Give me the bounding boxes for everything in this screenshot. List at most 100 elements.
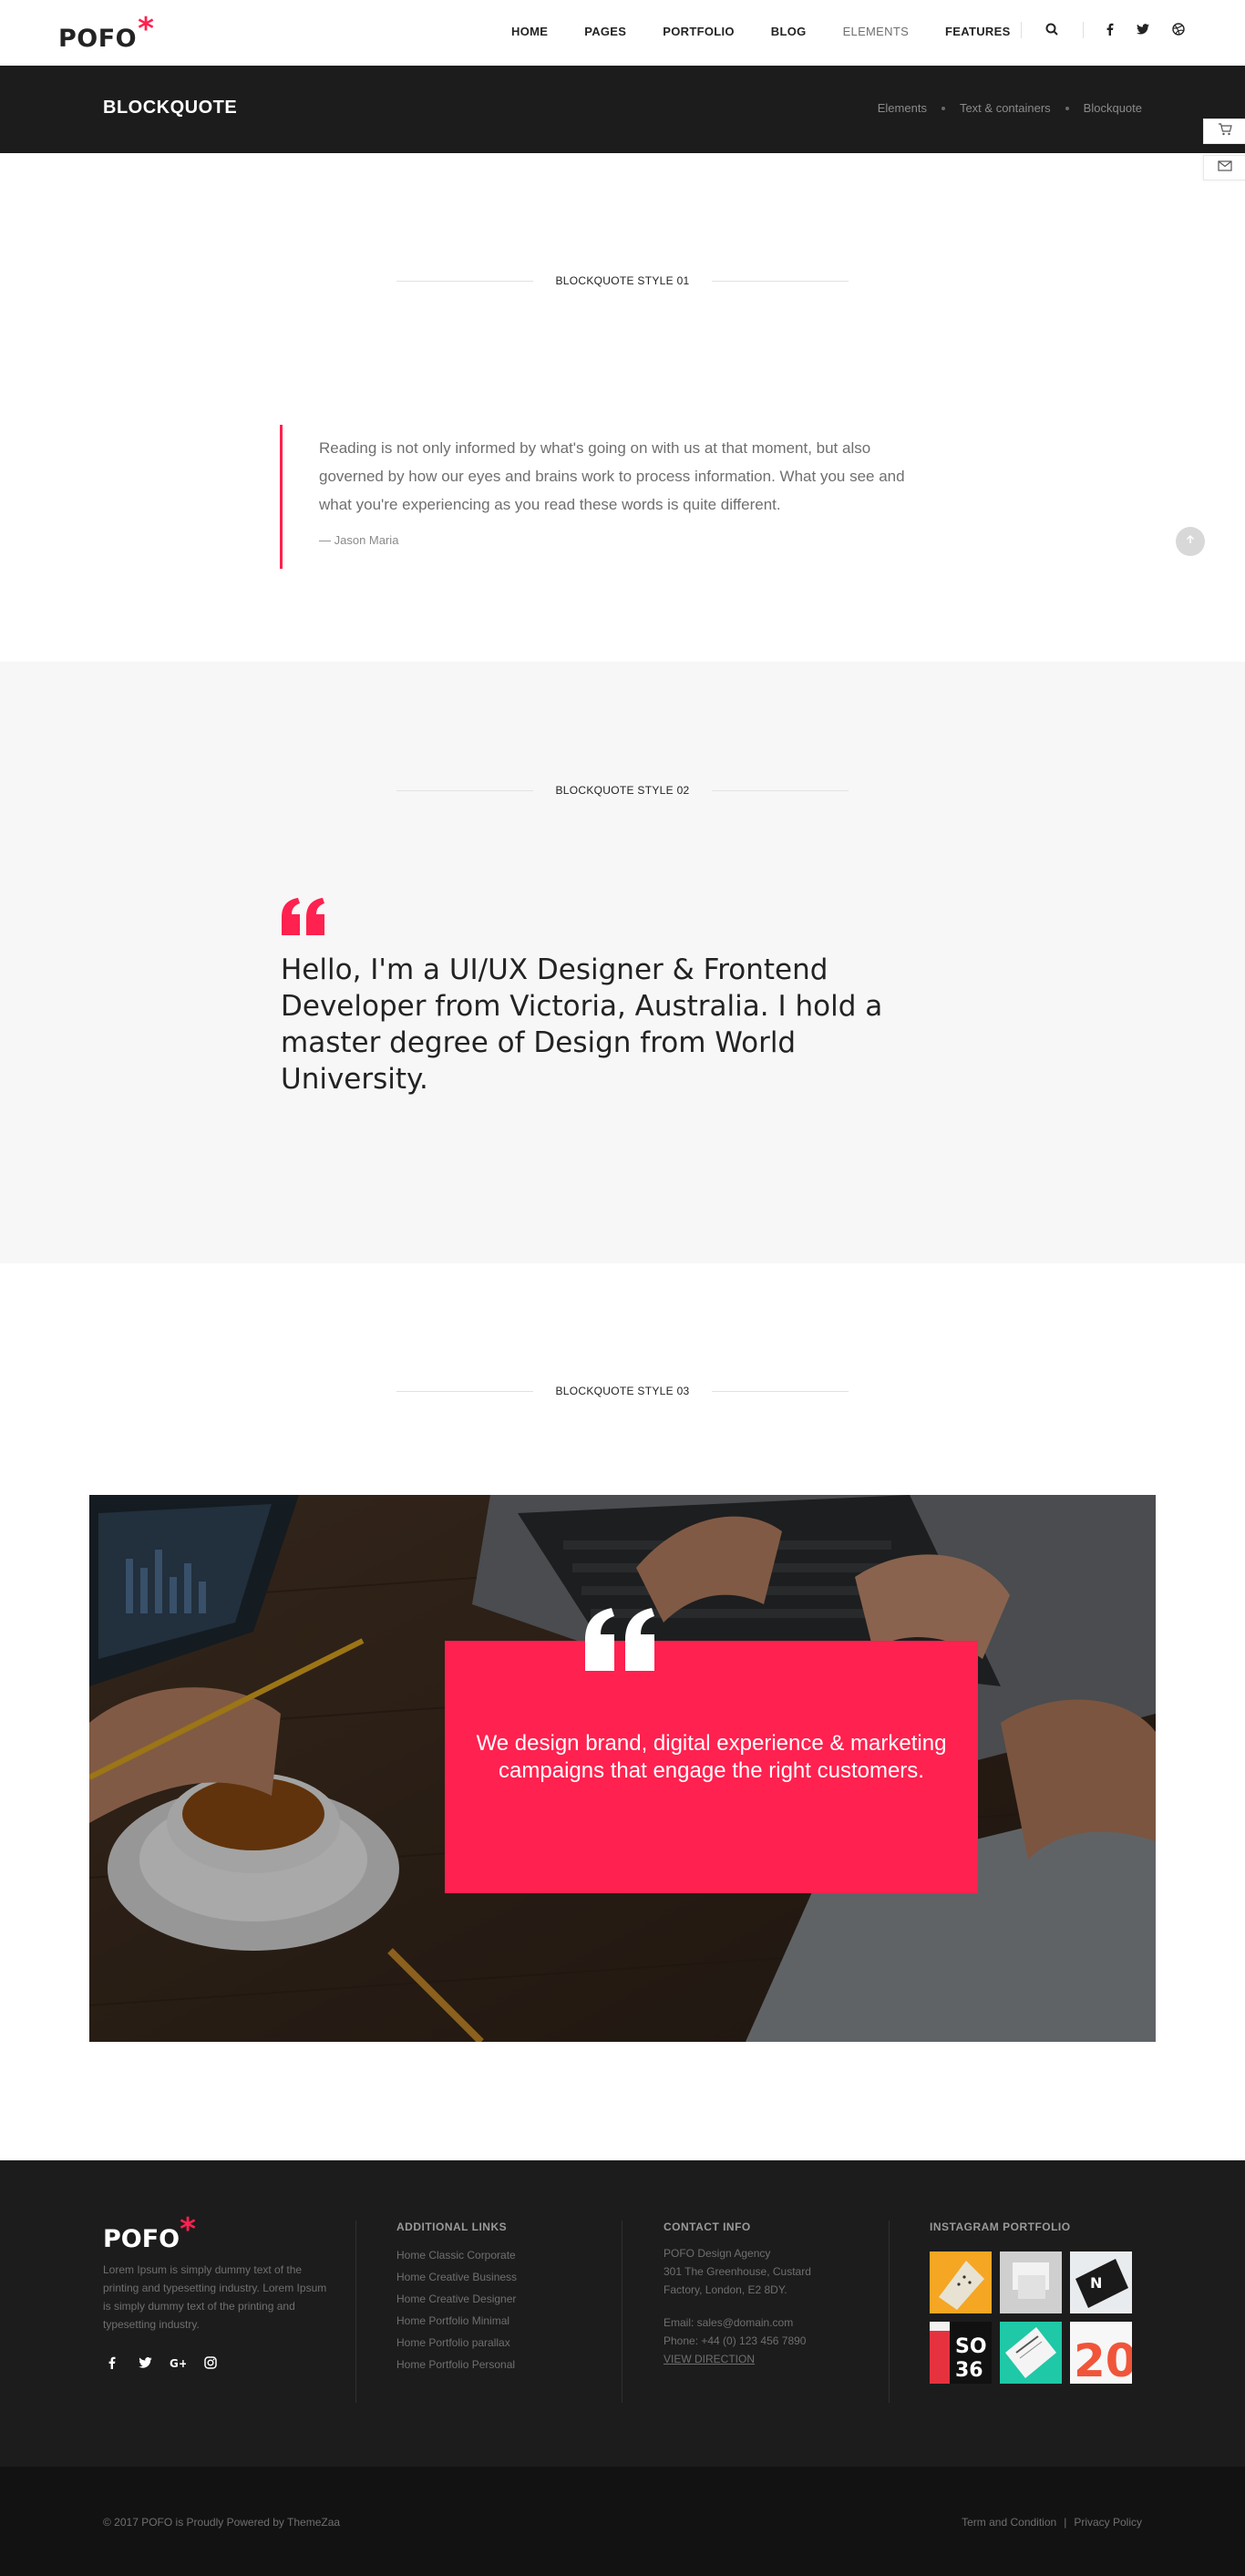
background-photo-laptop-coffee: We design brand, digital experience & ma… [89,1495,1156,2042]
footer-instagram: INSTAGRAM PORTFOLIO N SO 36 20 [930,2221,1132,2384]
footer-divider [355,2221,356,2403]
section-heading-style01: BLOCKQUOTE STYLE 01 [0,274,1245,287]
cart-icon [1218,122,1232,140]
main-nav: HOME PAGES PORTFOLIO BLOG ELEMENTS FEATU… [511,25,1047,38]
nav-portfolio[interactable]: PORTFOLIO [663,25,735,38]
footer-contact-heading: CONTACT INFO [664,2221,751,2233]
terms-link[interactable]: Term and Condition [962,2516,1056,2529]
blockquote-text: Reading is not only informed by what's g… [319,439,905,513]
footer-links-list: Home Classic Corporate Home Creative Bus… [396,2244,517,2375]
breadcrumb-separator [1065,106,1069,110]
footer-instagram-heading: INSTAGRAM PORTFOLIO [930,2221,1071,2233]
contact-email[interactable]: Email: sales@domain.com [664,2313,828,2332]
page-title-bar: BLOCKQUOTE Elements Text & containers Bl… [0,66,1245,153]
heading-text: BLOCKQUOTE STYLE 01 [555,274,690,287]
instagram-thumb[interactable]: N [1070,2251,1132,2313]
cart-button[interactable] [1203,118,1245,144]
section-heading-style03: BLOCKQUOTE STYLE 03 [0,1385,1245,1397]
mail-button[interactable] [1203,155,1245,180]
contact-name: POFO Design Agency [664,2247,771,2260]
mail-icon [1217,160,1232,176]
instagram-thumb[interactable]: 20 [1070,2322,1132,2384]
google-plus-icon[interactable]: G+ [169,2354,187,2372]
quote-mark-icon [280,897,327,942]
scroll-to-top-button[interactable] [1176,527,1205,556]
instagram-icon[interactable] [201,2354,220,2372]
logo-star: * [180,2211,196,2248]
twitter-icon[interactable] [1134,20,1152,38]
footer-logo[interactable]: POFO* [103,2211,331,2255]
footer-links-heading: ADDITIONAL LINKS [396,2221,508,2233]
footer-link[interactable]: Home Classic Corporate [396,2244,517,2266]
twitter-icon[interactable] [136,2354,154,2372]
legal-links: Term and Condition | Privacy Policy [962,2516,1142,2529]
heading-rule [711,789,849,791]
footer-link[interactable]: Home Portfolio Minimal [396,2310,517,2332]
search-icon[interactable] [1043,20,1061,38]
footer-divider [889,2221,890,2403]
site-footer: POFO* Lorem Ipsum is simply dummy text o… [0,2160,1245,2467]
footer-link[interactable]: Home Portfolio Personal [396,2354,517,2375]
heading-rule [396,280,534,282]
facebook-icon[interactable] [103,2354,121,2372]
section-heading-style02: BLOCKQUOTE STYLE 02 [0,784,1245,797]
site-header: POFO* HOME PAGES PORTFOLIO BLOG ELEMENTS… [0,0,1245,66]
blockquote-text-style03: We design brand, digital experience & ma… [476,1731,947,1783]
footer-bottom-bar: © 2017 POFO is Proudly Powered by ThemeZ… [0,2467,1245,2576]
svg-text:SO: SO [955,2335,987,2358]
heading-rule [711,1390,849,1392]
dribbble-icon[interactable] [1169,20,1188,38]
svg-text:20: 20 [1074,2334,1132,2384]
logo-text: POFO [58,25,138,53]
breadcrumb-elements[interactable]: Elements [878,101,927,115]
contact-phone: Phone: +44 (0) 123 456 7890 [664,2334,807,2347]
heading-rule [396,789,534,791]
nav-home[interactable]: HOME [511,25,548,38]
instagram-thumb[interactable]: SO 36 [930,2322,992,2384]
logo-star: * [138,11,155,47]
breadcrumb-separator [941,106,945,110]
breadcrumb-text-containers[interactable]: Text & containers [960,101,1051,115]
header-divider [1083,22,1084,38]
contact-address: 301 The Greenhouse, Custard Factory, Lon… [664,2265,811,2296]
nav-elements[interactable]: ELEMENTS [843,25,909,38]
footer-links: ADDITIONAL LINKS Home Classic Corporate … [396,2221,517,2375]
footer-link[interactable]: Home Creative Designer [396,2288,517,2310]
instagram-thumb[interactable] [1000,2322,1062,2384]
svg-text:G+: G+ [170,2357,186,2368]
page-title: BLOCKQUOTE [103,98,238,118]
instagram-thumb[interactable] [1000,2251,1062,2313]
breadcrumb-current: Blockquote [1083,101,1142,115]
svg-text:36: 36 [955,2359,983,2382]
heading-text: BLOCKQUOTE STYLE 02 [555,784,690,797]
breadcrumb: Elements Text & containers Blockquote [878,101,1142,115]
quote-box: We design brand, digital experience & ma… [445,1641,978,1893]
privacy-link[interactable]: Privacy Policy [1074,2516,1142,2529]
footer-about: POFO* Lorem Ipsum is simply dummy text o… [103,2211,331,2372]
header-divider [1021,22,1022,38]
footer-link[interactable]: Home Portfolio parallax [396,2332,517,2354]
legal-separator: | [1064,2516,1067,2529]
site-logo[interactable]: POFO* [58,11,154,55]
nav-features[interactable]: FEATURES [945,25,1011,38]
nav-pages[interactable]: PAGES [584,25,626,38]
view-direction-link[interactable]: VIEW DIRECTION [664,2350,828,2368]
facebook-icon[interactable] [1101,20,1119,38]
instagram-thumb[interactable] [930,2251,992,2313]
instagram-grid: N SO 36 20 [930,2251,1132,2384]
footer-about-text: Lorem Ipsum is simply dummy text of the … [103,2263,327,2331]
blockquote-style01: Reading is not only informed by what's g… [280,425,936,569]
arrow-up-icon [1185,533,1196,550]
copyright-text: © 2017 POFO is Proudly Powered by ThemeZ… [103,2516,341,2529]
svg-text:N: N [1090,2274,1102,2292]
heading-rule [396,1390,534,1392]
footer-link[interactable]: Home Creative Business [396,2266,517,2288]
heading-rule [711,280,849,282]
quote-mark-icon [582,1607,659,1677]
footer-contact-details: POFO Design Agency 301 The Greenhouse, C… [664,2244,828,2368]
footer-contact: CONTACT INFO POFO Design Agency 301 The … [664,2221,828,2368]
nav-blog[interactable]: BLOG [771,25,807,38]
logo-text: POFO [103,2225,180,2253]
heading-text: BLOCKQUOTE STYLE 03 [555,1385,690,1397]
footer-social: G+ [103,2354,331,2372]
